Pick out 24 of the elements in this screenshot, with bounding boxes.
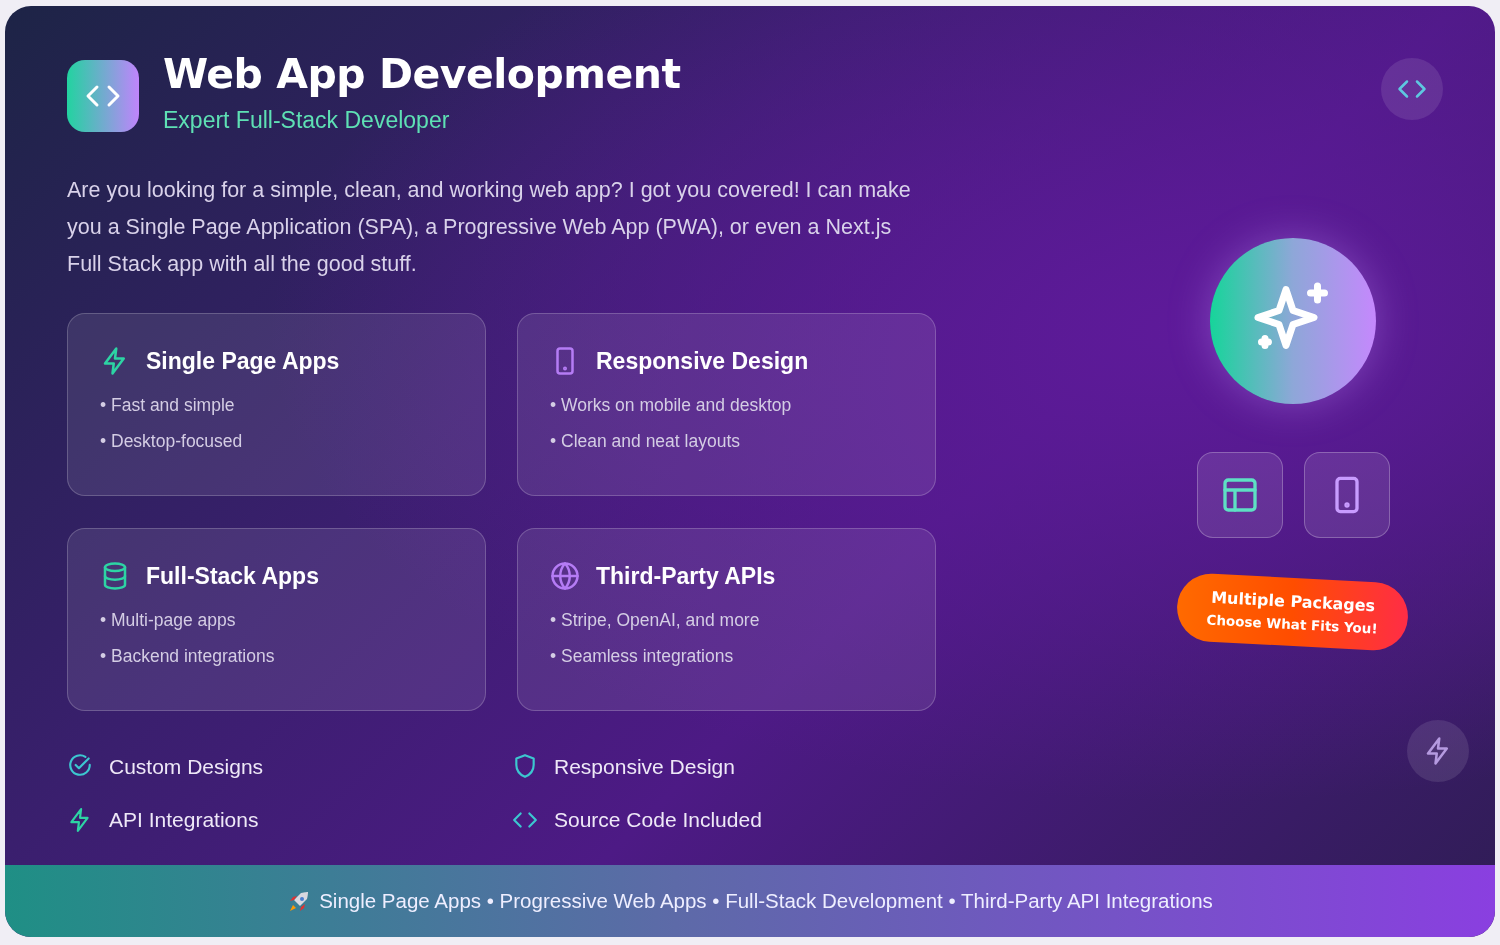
- card-point: • Works on mobile and desktop: [550, 394, 793, 416]
- globe-icon: [550, 560, 580, 591]
- card-title: Responsive Design: [596, 346, 809, 376]
- card-point: • Fast and simple: [100, 394, 236, 416]
- feature-label: API Integrations: [109, 807, 259, 833]
- feature-label: Responsive Design: [554, 753, 735, 780]
- card-point: • Desktop-focused: [100, 430, 244, 452]
- card-point: • Seamless integrations: [550, 645, 735, 667]
- card-point: • Backend integrations: [100, 645, 276, 667]
- page-subtitle: Expert Full-Stack Developer: [163, 106, 451, 135]
- feature-label: Custom Designs: [109, 753, 264, 780]
- card-title: Third-Party APIs: [596, 561, 776, 591]
- card-point: • Multi-page apps: [100, 609, 237, 631]
- card-point: • Stripe, OpenAI, and more: [550, 609, 761, 631]
- shield-icon: [512, 753, 538, 780]
- footer-text: Single Page Apps • Progressive Web Apps • Full-Stack Development • Third-Party API Integrations: [319, 887, 1213, 914]
- card-title: Full-Stack Apps: [146, 561, 319, 591]
- feature-label: Source Code Included: [554, 807, 762, 833]
- page-title: Web App Development: [163, 54, 681, 95]
- card-point: • Clean and neat layouts: [550, 430, 741, 452]
- card-title: Single Page Apps: [146, 346, 340, 376]
- intro-paragraph: Are you looking for a simple, clean, and working web app? I got you covered! I can make you a Single Page Application (SPA), a Progressive Web App (PWA), or even a Next.js Full Stack app with all the good stuff.: [67, 176, 912, 278]
- tablet-tile[interactable]: [1303, 452, 1390, 538]
- layout-tile[interactable]: [1196, 452, 1283, 538]
